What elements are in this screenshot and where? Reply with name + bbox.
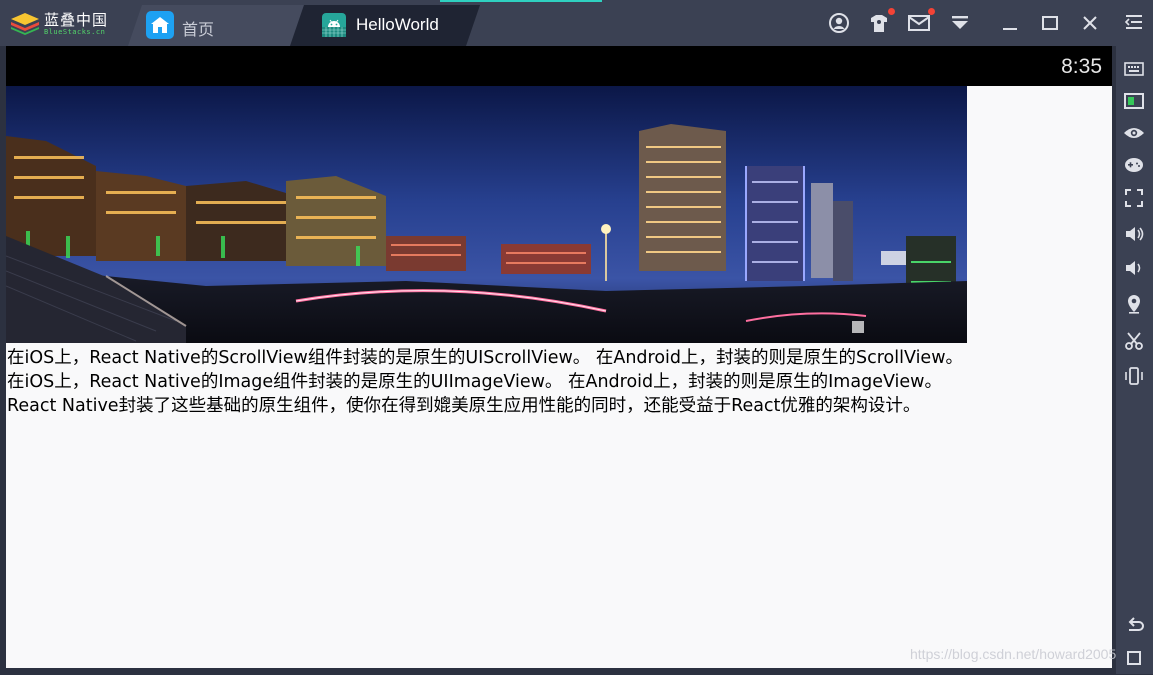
status-clock: 8:35 [1061,55,1102,78]
title-bar: 蓝叠中国 BlueStacks.cn 首页 HelloWorld [0,0,1116,46]
mail-notification-dot [928,8,935,15]
home-nav-icon[interactable] [1122,646,1146,670]
minimize-icon[interactable] [997,10,1023,36]
tab-home-label: 首页 [182,20,215,39]
maximize-icon[interactable] [1037,10,1063,36]
paragraph-line: 在iOS上，React Native的ScrollView组件封装的是原生的UI… [7,348,964,368]
location-icon[interactable] [1122,292,1146,316]
rotate-icon[interactable] [1122,364,1146,388]
back-icon[interactable] [1122,614,1146,638]
volume-down-icon[interactable] [1122,256,1146,280]
tab-home[interactable]: 首页 [128,5,304,46]
close-icon[interactable] [1077,10,1103,36]
volume-up-icon[interactable] [1122,222,1146,246]
android-screen[interactable]: 8:35 在iOS上，React Native的ScrollView组件封装的是… [6,46,1112,668]
csdn-watermark: https://blog.csdn.net/howard2005 [910,646,1117,662]
android-icon [322,13,346,37]
fullscreen-icon[interactable] [1122,186,1146,210]
android-status-bar: 8:35 [6,46,1112,86]
eye-icon[interactable] [1122,121,1146,145]
expand-icon[interactable] [1122,10,1146,34]
account-icon[interactable] [826,10,852,36]
logo-subtext: BlueStacks.cn [44,28,106,36]
bluestacks-logo-icon [11,13,39,35]
toggle-icon[interactable] [1122,89,1146,113]
paragraph-line: React Native封装了这些基础的原生组件，使你在得到媲美原生应用性能的同… [7,396,921,416]
home-icon [146,11,174,39]
tab-helloworld[interactable]: HelloWorld [290,5,480,46]
bluestacks-logo: 蓝叠中国 BlueStacks.cn [10,9,120,37]
gamepad-icon[interactable] [1122,153,1146,177]
dropdown-icon[interactable] [947,10,973,36]
logo-text: 蓝叠中国 [44,11,109,29]
active-tab-indicator [440,0,602,2]
scissors-icon[interactable] [1122,329,1146,353]
description-text: 在iOS上，React Native的ScrollView组件封装的是原生的UI… [7,346,1111,418]
right-toolbar [1116,0,1153,674]
paragraph-line: 在iOS上，React Native的Image组件封装的是原生的UIImage… [7,372,942,392]
city-night-image [6,86,967,343]
tab-helloworld-label: HelloWorld [356,15,439,34]
gift-notification-dot [888,8,895,15]
keyboard-icon[interactable] [1122,57,1146,81]
